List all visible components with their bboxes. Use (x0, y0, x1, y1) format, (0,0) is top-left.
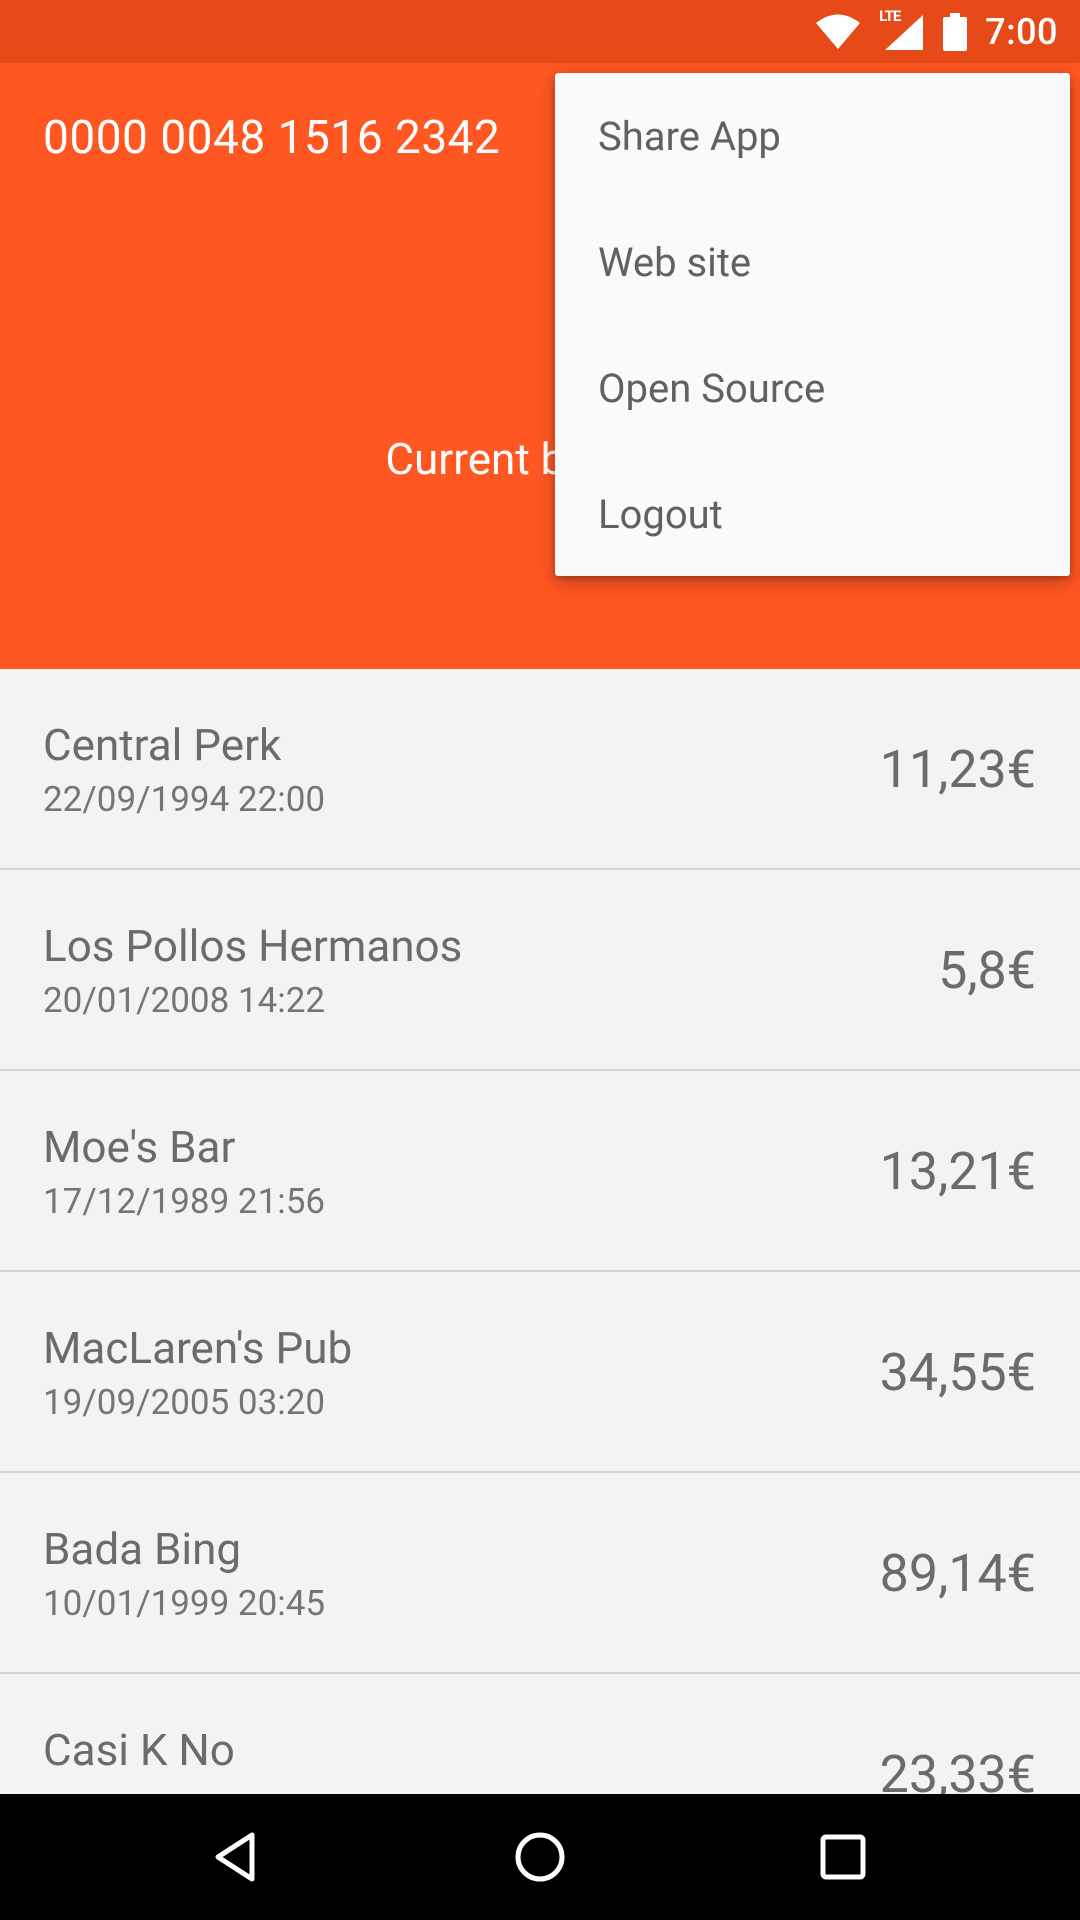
transaction-row[interactable]: MacLaren's Pub 19/09/2005 03:20 34,55€ (0, 1272, 1080, 1473)
transaction-row[interactable]: Central Perk 22/09/1994 22:00 11,23€ (0, 669, 1080, 870)
transaction-name: Moe's Bar (43, 1121, 236, 1173)
recents-icon[interactable] (813, 1827, 873, 1887)
transaction-date: 20/01/2008 14:22 (43, 980, 326, 1021)
transaction-row[interactable]: Los Pollos Hermanos 20/01/2008 14:22 5,8… (0, 870, 1080, 1071)
transaction-date: 19/09/2005 03:20 (43, 1382, 326, 1423)
menu-item-web-site[interactable]: Web site (555, 199, 1070, 325)
transaction-row[interactable]: Bada Bing 10/01/1999 20:45 89,14€ (0, 1473, 1080, 1674)
transaction-name: Bada Bing (43, 1523, 242, 1575)
transaction-amount: 5,8€ (938, 940, 1036, 1001)
battery-icon (943, 12, 968, 51)
navigation-bar (0, 1794, 1080, 1920)
status-time: 7:00 (985, 10, 1058, 53)
transaction-amount: 13,21€ (879, 1141, 1036, 1202)
back-icon[interactable] (206, 1827, 266, 1887)
home-icon[interactable] (510, 1827, 570, 1887)
transaction-list[interactable]: Central Perk 22/09/1994 22:00 11,23€ Los… (0, 669, 1080, 1875)
wifi-icon (816, 14, 861, 49)
transaction-row[interactable]: Moe's Bar 17/12/1989 21:56 13,21€ (0, 1071, 1080, 1272)
transaction-name: Los Pollos Hermanos (43, 920, 463, 972)
menu-item-logout[interactable]: Logout (555, 451, 1070, 577)
status-bar: LTE 7:00 (0, 0, 1080, 63)
cell-signal-icon: LTE (879, 7, 925, 51)
status-icons: LTE 7:00 (815, 7, 1058, 53)
transaction-name: MacLaren's Pub (43, 1322, 353, 1374)
transaction-date: 17/12/1989 21:56 (43, 1181, 326, 1222)
transaction-amount: 34,55€ (879, 1342, 1036, 1403)
transaction-amount: 11,23€ (879, 739, 1036, 800)
transaction-amount: 89,14€ (879, 1543, 1036, 1604)
transaction-name: Central Perk (43, 719, 282, 771)
card-number: 0000 0048 1516 2342 (43, 111, 501, 165)
transaction-name: Casi K No (43, 1724, 235, 1776)
transaction-date: 10/01/1999 20:45 (43, 1583, 326, 1624)
menu-item-share-app[interactable]: Share App (555, 73, 1070, 199)
transaction-date: 22/09/1994 22:00 (43, 779, 326, 820)
menu-item-open-source[interactable]: Open Source (555, 325, 1070, 451)
overflow-menu: Share App Web site Open Source Logout (555, 73, 1070, 576)
